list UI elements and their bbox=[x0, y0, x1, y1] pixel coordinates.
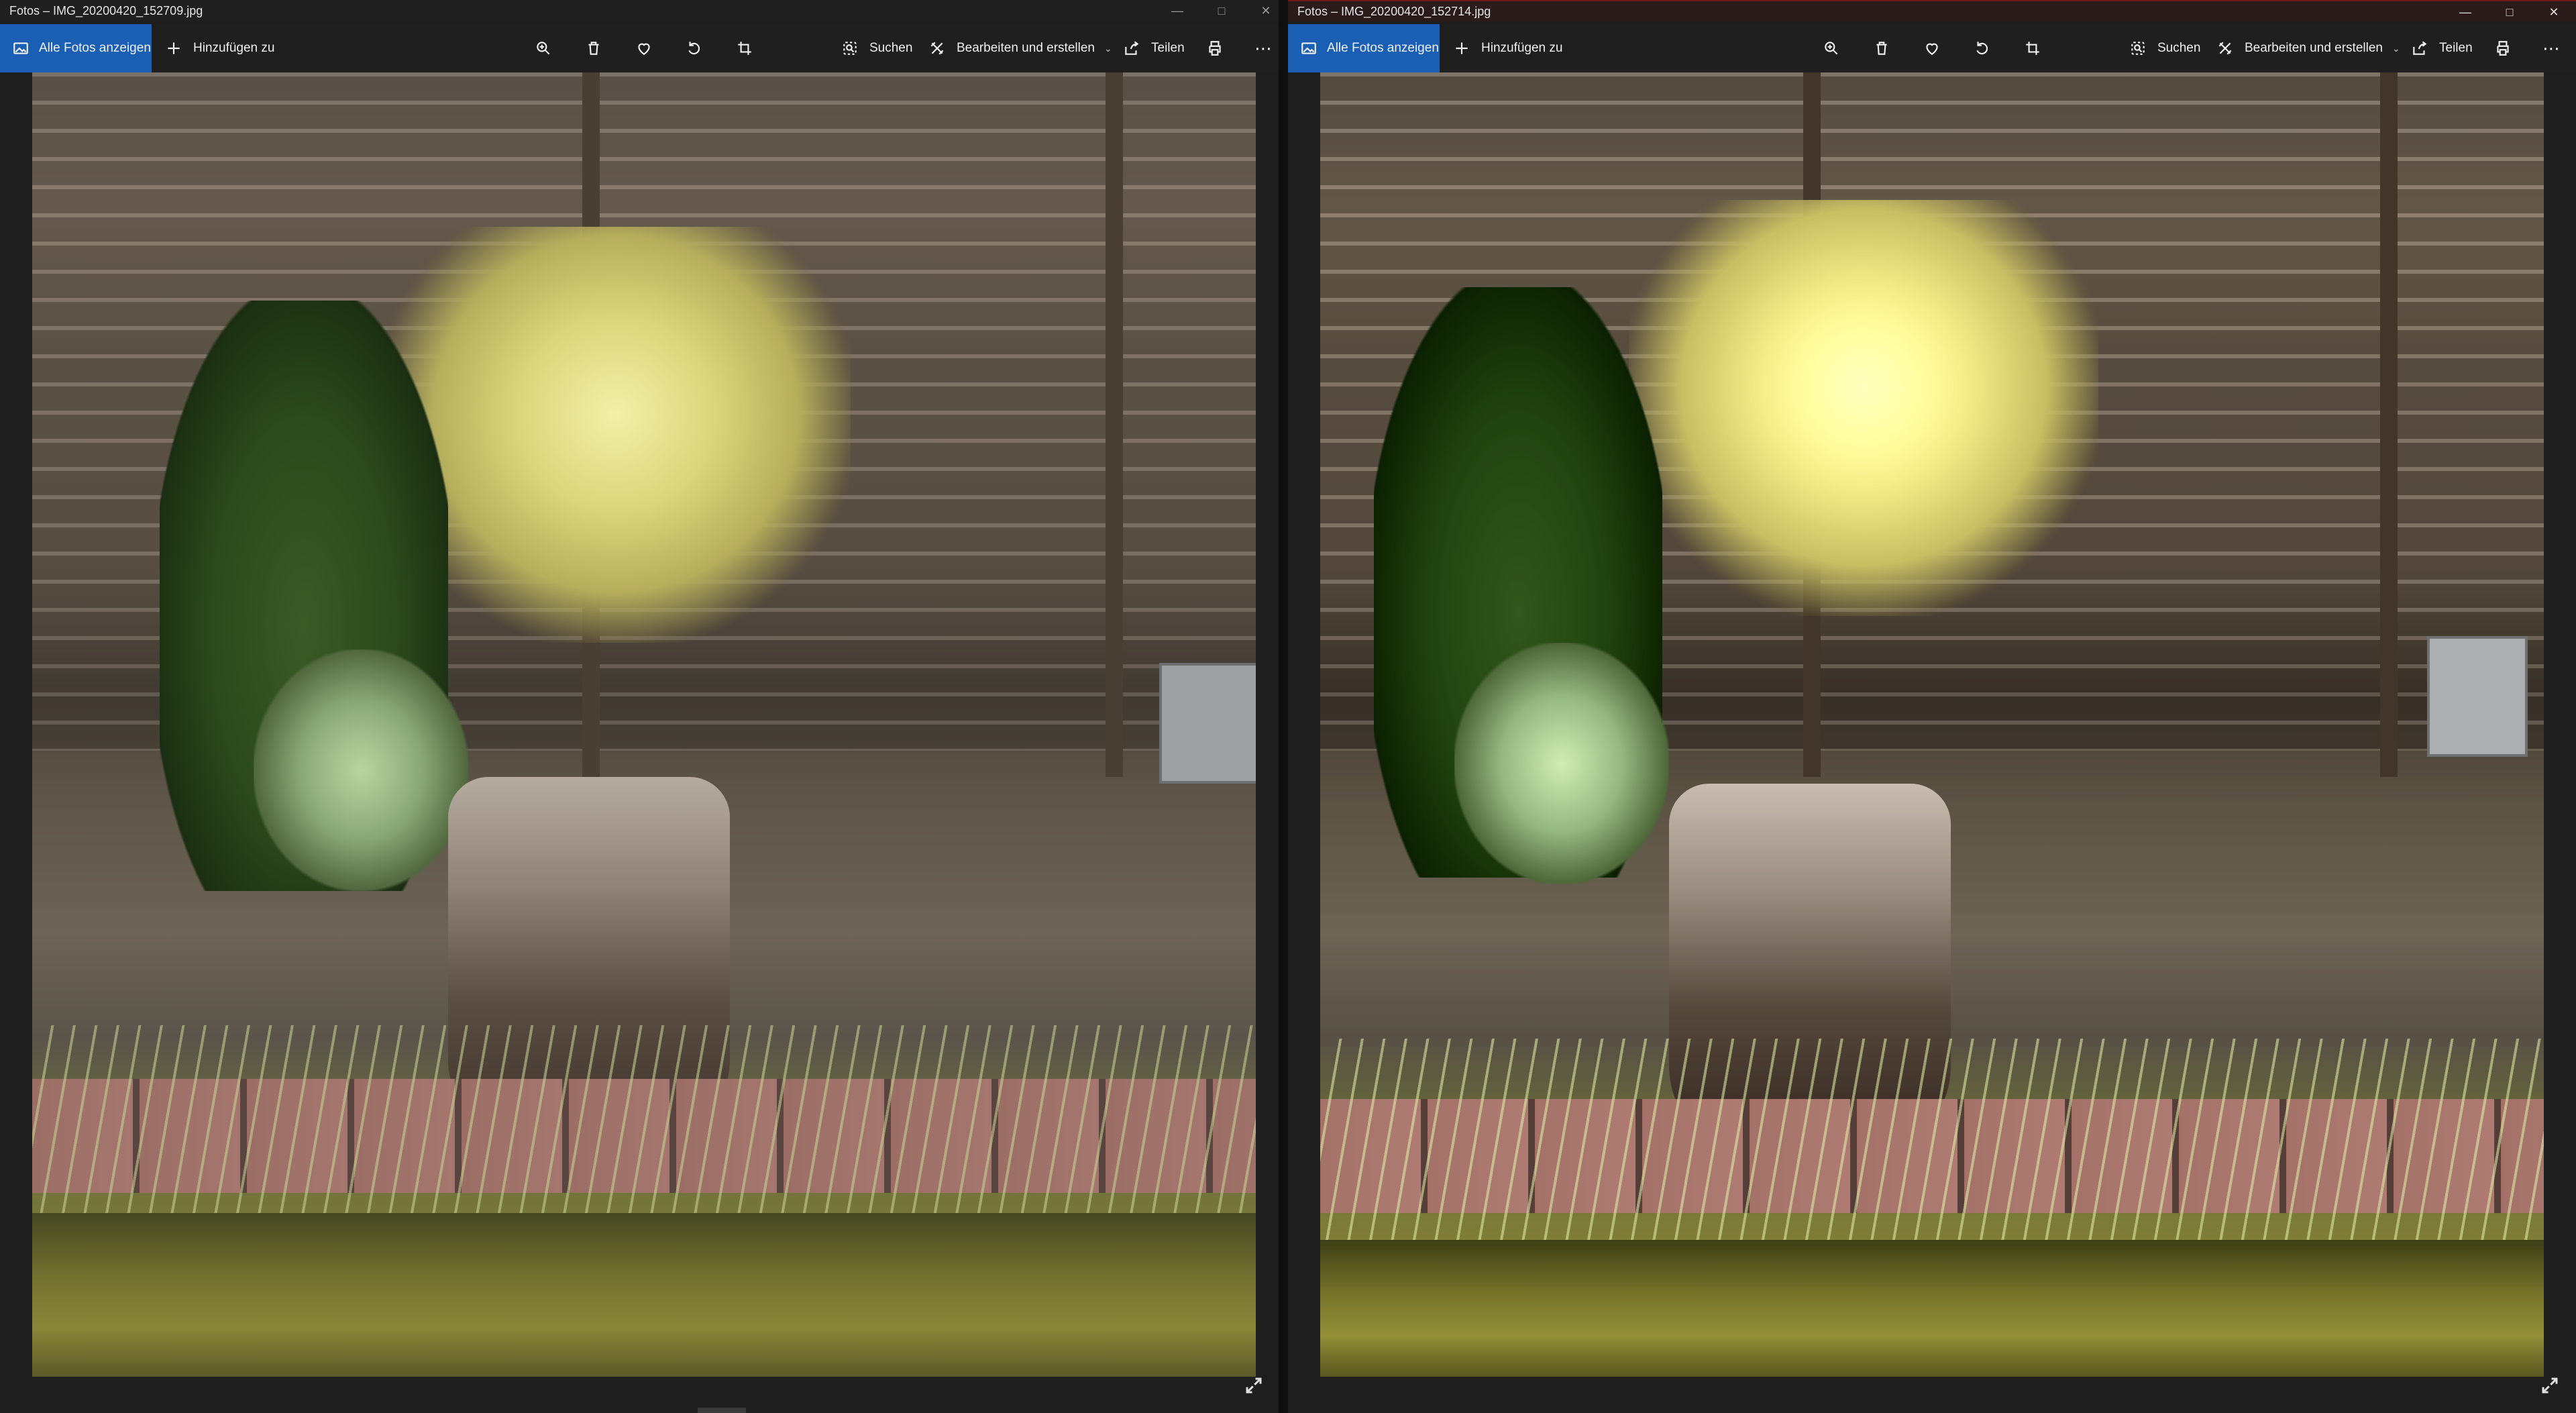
expand-button[interactable] bbox=[1242, 1375, 1265, 1398]
more-icon: ⋯ bbox=[1254, 38, 1272, 58]
search-icon bbox=[2128, 38, 2148, 58]
print-button[interactable] bbox=[2493, 24, 2513, 72]
toolbar: Alle Fotos anzeigen Hinzufügen zu Suchen… bbox=[0, 24, 1288, 72]
chevron-down-icon: ⌄ bbox=[2392, 42, 2400, 54]
crop-icon bbox=[735, 38, 755, 58]
add-to-button[interactable]: Hinzufügen zu bbox=[164, 24, 274, 72]
edit-create-label: Bearbeiten und erstellen bbox=[957, 41, 1095, 55]
edit-create-button[interactable]: Bearbeiten und erstellen ⌄ bbox=[927, 24, 1112, 72]
share-button[interactable]: Teilen bbox=[2410, 24, 2473, 72]
toolbar: Alle Fotos anzeigen Hinzufügen zu Suchen… bbox=[1288, 24, 2576, 72]
delete-button[interactable] bbox=[584, 24, 604, 72]
fence-post bbox=[2380, 72, 2398, 777]
rotate-button[interactable] bbox=[684, 24, 704, 72]
edit-create-button[interactable]: Bearbeiten und erstellen ⌄ bbox=[2215, 24, 2400, 72]
add-to-button[interactable]: Hinzufügen zu bbox=[1452, 24, 1562, 72]
expand-button[interactable] bbox=[2538, 1375, 2561, 1398]
caption-buttons: — □ ✕ bbox=[2443, 1, 2576, 23]
search-button[interactable]: Suchen bbox=[2128, 24, 2200, 72]
minimize-button[interactable]: — bbox=[2443, 1, 2487, 23]
share-icon bbox=[2410, 38, 2430, 58]
edit-create-icon bbox=[927, 38, 947, 58]
minimize-button[interactable]: — bbox=[1155, 0, 1199, 21]
rotate-icon bbox=[684, 38, 704, 58]
plus-icon bbox=[1452, 38, 1472, 58]
more-button[interactable]: ⋯ bbox=[2541, 24, 2561, 72]
print-button[interactable] bbox=[1205, 24, 1225, 72]
share-label: Teilen bbox=[2439, 41, 2473, 55]
small-fir bbox=[254, 649, 468, 891]
title-bar[interactable]: Fotos – IMG_20200420_152714.jpg — □ ✕ bbox=[1288, 0, 2576, 21]
photos-window-left: Fotos – IMG_20200420_152709.jpg — □ ✕ Al… bbox=[0, 0, 1288, 1413]
print-icon bbox=[2493, 38, 2513, 58]
expand-icon bbox=[1244, 1375, 1264, 1399]
share-icon bbox=[1122, 38, 1142, 58]
favorite-button[interactable] bbox=[1922, 24, 1942, 72]
scrollbar-thumb[interactable] bbox=[698, 1408, 746, 1413]
plus-icon bbox=[164, 38, 184, 58]
share-button[interactable]: Teilen bbox=[1122, 24, 1185, 72]
window-divider bbox=[1279, 0, 1288, 1413]
delete-button[interactable] bbox=[1872, 24, 1892, 72]
show-all-photos-button[interactable]: Alle Fotos anzeigen bbox=[1288, 24, 1440, 72]
rotate-icon bbox=[1972, 38, 1992, 58]
heart-icon bbox=[634, 38, 654, 58]
search-icon bbox=[840, 38, 860, 58]
flowering-bush bbox=[381, 227, 851, 643]
title-bar[interactable]: Fotos – IMG_20200420_152709.jpg — □ ✕ bbox=[0, 0, 1288, 21]
zoom-in-icon bbox=[533, 38, 553, 58]
maximize-button[interactable]: □ bbox=[1199, 0, 1244, 21]
zoom-in-icon bbox=[1821, 38, 1841, 58]
window-title: Fotos – IMG_20200420_152709.jpg bbox=[9, 3, 203, 17]
share-label: Teilen bbox=[1151, 41, 1185, 55]
heart-icon bbox=[1922, 38, 1942, 58]
print-icon bbox=[1205, 38, 1225, 58]
rotate-button[interactable] bbox=[1972, 24, 1992, 72]
show-all-photos-label: Alle Fotos anzeigen bbox=[39, 41, 151, 55]
crop-button[interactable] bbox=[735, 24, 755, 72]
stone-planter bbox=[2427, 636, 2528, 757]
crop-button[interactable] bbox=[2023, 24, 2043, 72]
search-button[interactable]: Suchen bbox=[840, 24, 912, 72]
stone-planter bbox=[1159, 663, 1256, 784]
photos-window-right: Fotos – IMG_20200420_152714.jpg — □ ✕ Al… bbox=[1288, 0, 2576, 1413]
more-icon: ⋯ bbox=[2542, 38, 2560, 58]
photos-icon bbox=[12, 38, 30, 58]
flowering-bush bbox=[1629, 200, 2098, 616]
show-all-photos-button[interactable]: Alle Fotos anzeigen bbox=[0, 24, 152, 72]
expand-icon bbox=[2540, 1375, 2560, 1399]
trash-icon bbox=[1872, 38, 1892, 58]
photo-view[interactable] bbox=[1320, 72, 2544, 1377]
pond-water bbox=[32, 1213, 1256, 1377]
add-to-label: Hinzufügen zu bbox=[1481, 41, 1563, 55]
zoom-button[interactable] bbox=[1821, 24, 1841, 72]
caption-buttons: — □ ✕ bbox=[1155, 0, 1288, 21]
small-fir bbox=[1454, 643, 1669, 884]
photo-view[interactable] bbox=[32, 72, 1256, 1377]
crop-icon bbox=[2023, 38, 2043, 58]
search-label: Suchen bbox=[869, 41, 913, 55]
window-title: Fotos – IMG_20200420_152714.jpg bbox=[1297, 4, 1491, 18]
favorite-button[interactable] bbox=[634, 24, 654, 72]
photos-icon bbox=[1300, 38, 1318, 58]
search-label: Suchen bbox=[2157, 41, 2201, 55]
edit-create-icon bbox=[2215, 38, 2235, 58]
chevron-down-icon: ⌄ bbox=[1104, 42, 1112, 54]
trash-icon bbox=[584, 38, 604, 58]
maximize-button[interactable]: □ bbox=[2487, 1, 2532, 23]
fence-post bbox=[1106, 72, 1123, 777]
more-button[interactable]: ⋯ bbox=[1253, 24, 1273, 72]
show-all-photos-label: Alle Fotos anzeigen bbox=[1327, 41, 1439, 55]
add-to-label: Hinzufügen zu bbox=[193, 41, 275, 55]
zoom-button[interactable] bbox=[533, 24, 553, 72]
edit-create-label: Bearbeiten und erstellen bbox=[2245, 41, 2383, 55]
pond-water bbox=[1320, 1240, 2544, 1377]
close-button[interactable]: ✕ bbox=[2532, 1, 2576, 23]
